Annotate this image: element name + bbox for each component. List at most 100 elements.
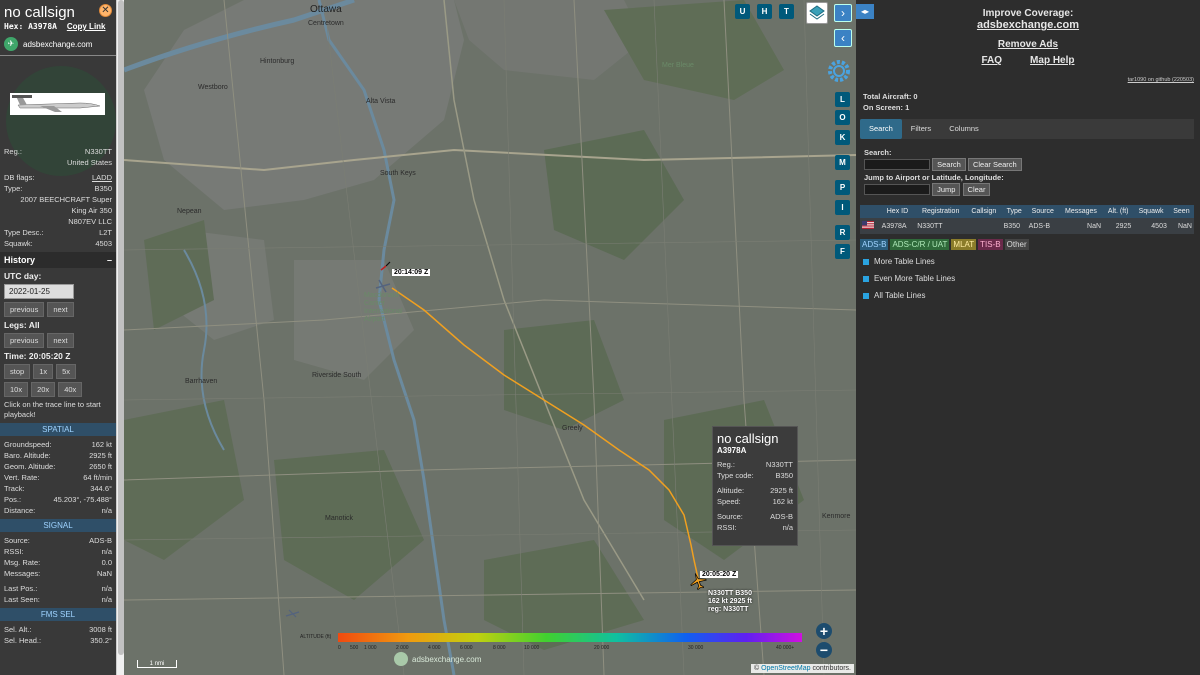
hex-value: A3978A xyxy=(28,22,57,31)
col-source[interactable]: Source xyxy=(1026,205,1059,218)
checkbox-icon[interactable] xyxy=(863,292,869,299)
col-flag[interactable] xyxy=(860,205,880,218)
col-callsign[interactable]: Callsign xyxy=(966,205,1002,218)
col-type[interactable]: Type xyxy=(1001,205,1027,218)
speed-1x-button[interactable]: 1x xyxy=(33,364,54,379)
adsbx-logo-icon: ✈ xyxy=(4,37,18,51)
map-button-l[interactable]: L xyxy=(835,92,850,107)
aircraft-icon[interactable] xyxy=(689,572,707,590)
source-adsb[interactable]: ADS-B xyxy=(860,239,889,250)
col-hex-id[interactable]: Hex ID xyxy=(879,205,916,218)
col-messages[interactable]: Messages xyxy=(1058,205,1104,218)
map-help-link[interactable]: Map Help xyxy=(1030,55,1074,66)
map-button-p[interactable]: P xyxy=(835,180,850,195)
speed-5x-button[interactable]: 5x xyxy=(56,364,77,379)
leg-nav: previous next xyxy=(4,333,112,348)
map-button-k[interactable]: K xyxy=(835,130,850,145)
speed-40x-button[interactable]: 40x xyxy=(58,382,83,397)
aircraft-table: Hex ID Registration Callsign Type Source… xyxy=(860,205,1194,234)
version-link[interactable]: tar1090 on github (220503) xyxy=(1128,77,1194,83)
alt-tick: 0 xyxy=(338,645,341,651)
source-adsc-uat[interactable]: ADS-C/R / UAT xyxy=(890,239,950,250)
date-input[interactable]: 2022-01-25 xyxy=(4,284,74,299)
zoom-in-button[interactable]: + xyxy=(816,623,832,639)
tab-columns[interactable]: Columns xyxy=(940,119,988,139)
leg-next-button[interactable]: next xyxy=(47,333,74,348)
popup-hex: A3978A xyxy=(717,446,747,455)
faq-link[interactable]: FAQ xyxy=(981,55,1002,66)
source-other[interactable]: Other xyxy=(1004,239,1029,250)
map-button-u[interactable]: U xyxy=(735,4,750,19)
more-table-lines-toggle[interactable]: More Table Lines xyxy=(863,257,935,266)
brand-link[interactable]: ✈ adsbexchange.com xyxy=(4,37,112,51)
osm-link[interactable]: OpenStreetMap xyxy=(761,665,810,672)
close-icon[interactable]: ✕ xyxy=(99,4,112,17)
map-button-r[interactable]: R xyxy=(835,225,850,240)
col-altitude[interactable]: Alt. (ft) xyxy=(1103,205,1134,218)
map-button-i[interactable]: I xyxy=(835,200,850,215)
tab-search[interactable]: Search xyxy=(860,119,902,139)
copy-link[interactable]: Copy Link xyxy=(67,22,106,31)
day-previous-button[interactable]: previous xyxy=(4,302,45,317)
even-more-table-lines-toggle[interactable]: Even More Table Lines xyxy=(863,274,955,283)
expand-sidebar-icon[interactable]: ◂▸ xyxy=(856,4,874,19)
map-button-h[interactable]: H xyxy=(757,4,772,19)
map-button-t[interactable]: T xyxy=(779,4,794,19)
jump-button[interactable]: Jump xyxy=(932,183,961,196)
map-label-south-keys: South Keys xyxy=(380,170,416,177)
speed-10x-button[interactable]: 10x xyxy=(4,382,29,397)
alt-tick: 40 000+ xyxy=(776,645,795,651)
search-button[interactable]: Search xyxy=(932,158,966,171)
map-label-airport: Macdonald-Cartier International Airport xyxy=(364,292,403,323)
stop-button[interactable]: stop xyxy=(4,364,31,379)
map-label-manotick: Manotick xyxy=(325,515,354,522)
search-input[interactable] xyxy=(864,159,930,170)
collapse-icon[interactable]: – xyxy=(107,255,112,265)
source-tisb[interactable]: TIS-B xyxy=(978,239,1003,250)
ladd-link[interactable]: LADD xyxy=(92,172,112,183)
tab-filters[interactable]: Filters xyxy=(902,119,940,139)
source-legend: ADS-B ADS-C/R / UAT MLAT TIS-B Other xyxy=(860,239,1029,250)
checkbox-icon[interactable] xyxy=(863,275,869,282)
clear-search-button[interactable]: Clear Search xyxy=(967,158,1022,171)
map-button-m[interactable]: M xyxy=(835,155,850,170)
speed-20x-button[interactable]: 20x xyxy=(31,382,56,397)
popup-row: Source: ADS-B xyxy=(717,512,793,521)
history-header[interactable]: History – xyxy=(0,252,116,268)
col-seen[interactable]: Seen xyxy=(1168,205,1194,218)
remove-ads-link[interactable]: Remove Ads xyxy=(856,39,1200,50)
col-registration[interactable]: Registration xyxy=(915,205,967,218)
map-watermark: adsbexchange.com xyxy=(394,652,481,666)
aircraft-photo[interactable] xyxy=(10,93,105,115)
improve-coverage-link[interactable]: adsbexchange.com xyxy=(856,19,1200,31)
day-next-button[interactable]: next xyxy=(47,302,74,317)
chevron-left-icon[interactable]: ‹ xyxy=(834,29,852,47)
zoom-out-button[interactable]: − xyxy=(816,642,832,658)
checkbox-icon[interactable] xyxy=(863,258,869,265)
aircraft-stats: Total Aircraft: 0 On Screen: 1 xyxy=(863,91,918,113)
fms-row: Sel. Head.: 350.2° xyxy=(4,636,112,645)
fms-rows: Sel. Alt.: 3008 ft Sel. Head.: 350.2° xyxy=(0,624,116,646)
source-mlat[interactable]: MLAT xyxy=(951,239,977,250)
alt-tick: 1 000 xyxy=(364,645,377,651)
cell-messages: NaN xyxy=(1058,218,1104,234)
layers-icon[interactable] xyxy=(806,2,828,24)
info-scrollbar[interactable] xyxy=(116,0,124,675)
jump-input[interactable] xyxy=(864,184,930,195)
map-view[interactable]: Ottawa Centretown Hintonburg Westboro Al… xyxy=(124,0,856,675)
clear-jump-button[interactable]: Clear xyxy=(962,183,991,196)
chevron-right-icon[interactable]: › xyxy=(834,4,852,22)
on-screen-count: On Screen: 1 xyxy=(863,103,910,112)
info-row: Reg.: N330TT xyxy=(4,147,112,156)
map-button-f[interactable]: F xyxy=(835,244,850,259)
all-table-lines-toggle[interactable]: All Table Lines xyxy=(863,291,925,300)
date-row: 2022-01-25 xyxy=(0,284,116,299)
improve-coverage-title: Improve Coverage: xyxy=(982,8,1074,19)
hex-line: Hex: A3978A Copy Link xyxy=(4,22,112,31)
leg-previous-button[interactable]: previous xyxy=(4,333,45,348)
playback-speed: 10x 20x 40x xyxy=(4,382,112,397)
table-row[interactable]: A3978A N330TT B350 ADS-B NaN 2925 4503 N… xyxy=(860,218,1194,234)
settings-gear-icon[interactable] xyxy=(825,57,853,85)
col-squawk[interactable]: Squawk xyxy=(1133,205,1169,218)
map-button-o[interactable]: O xyxy=(835,110,850,125)
